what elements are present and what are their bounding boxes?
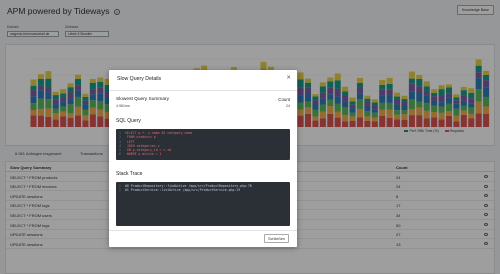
summary-value: 4.981ms	[116, 104, 130, 108]
sql-code-block: 1 SELECT p.*, c.name AS category_name 2 FR…	[116, 129, 290, 160]
slow-query-modal: Slow Query Details ✕ Slowest Query Summa…	[109, 70, 297, 247]
stack-trace-heading: Stack Trace	[116, 171, 143, 177]
summary-label: Slowest Query Summary	[116, 97, 170, 102]
close-icon[interactable]: ✕	[286, 75, 291, 81]
count-label: Count	[278, 97, 290, 102]
modal-footer-divider	[109, 230, 297, 231]
sql-query-heading: SQL Query	[116, 118, 141, 124]
count-value: 24	[286, 104, 290, 108]
close-button[interactable]: Schließen	[264, 234, 289, 243]
modal-title: Slow Query Details	[117, 76, 162, 82]
code-line: 6 WHERE p.active = 1	[119, 152, 162, 157]
modal-divider	[109, 90, 297, 91]
stack-trace-block: 1 #0 ProductRepository::findActive /app/s…	[116, 182, 290, 226]
code-line: 2 #1 ProductService::listActive /app/src/…	[119, 188, 241, 193]
